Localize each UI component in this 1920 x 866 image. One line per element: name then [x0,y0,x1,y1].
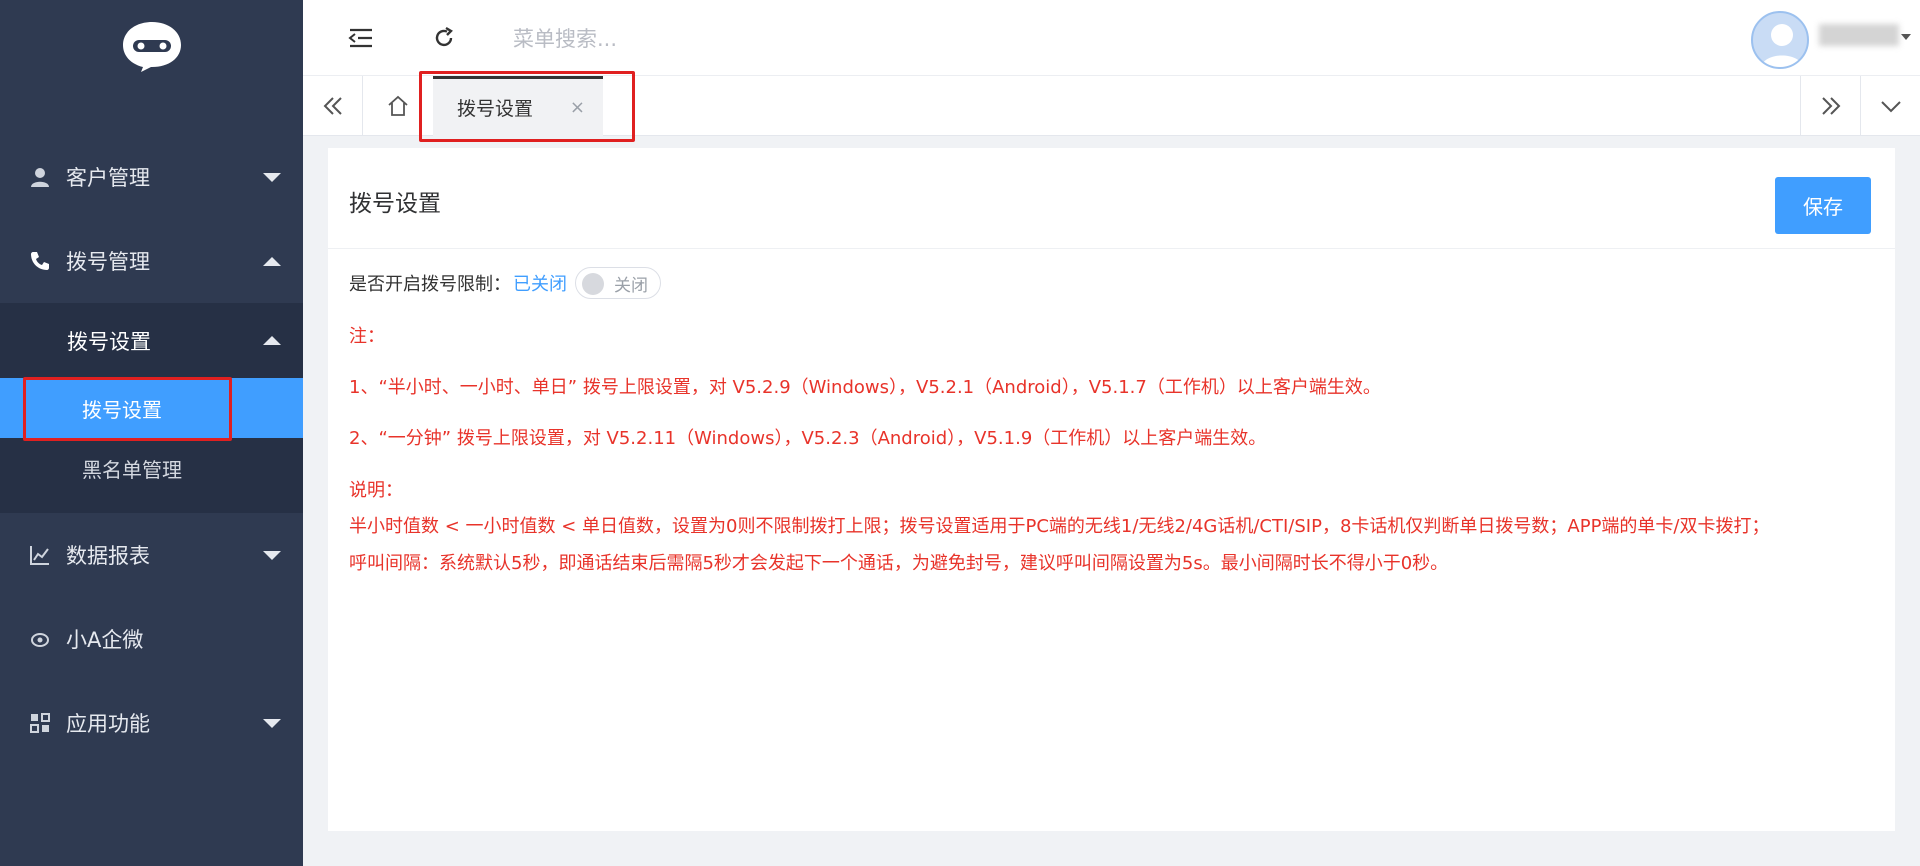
menu-collapse-button[interactable] [343,20,379,56]
user-icon [28,165,52,189]
menu-search-input[interactable] [513,22,813,56]
chevron-down-icon [263,550,281,560]
chevron-down-icon [263,172,281,182]
logo-icon [121,20,183,72]
submenu-header-label: 拨号设置 [67,329,151,354]
sidebar-subitem-dial-settings[interactable]: 拨号设置 [0,378,303,438]
sidebar: 客户管理 拨号管理 拨号设置 拨号设置 黑名单管理 数据报表 小A企微 应用功能 [0,0,303,866]
indent-icon [348,28,372,48]
note-title: 注： [349,326,385,347]
chevron-down-icon[interactable] [1901,34,1911,40]
chevron-down-icon [263,718,281,728]
double-chevron-right-icon [1821,97,1840,115]
sidebar-item-label: 应用功能 [66,712,150,736]
chevron-up-icon [263,336,281,345]
dial-limit-toggle[interactable]: 关闭 [575,267,661,299]
sidebar-item-label: 数据报表 [66,544,150,568]
double-chevron-left-icon [323,97,342,115]
sidebar-item-customers[interactable]: 客户管理 [0,135,303,219]
sidebar-subitem-blacklist[interactable]: 黑名单管理 [0,438,303,498]
refresh-button[interactable] [426,20,462,56]
username-blurred[interactable] [1819,24,1899,46]
sidebar-item-wecom[interactable]: 小A企微 [0,597,303,681]
explain-title: 说明： [349,480,403,501]
sidebar-item-label: 拨号管理 [66,250,150,274]
chart-icon [28,543,52,567]
explain-line-1: 半小时值数 < 一小时值数 < 单日值数，设置为0则不限制拨打上限；拨号设置适用… [349,516,1770,537]
topbar [303,0,1920,76]
card-header: 拨号设置 保存 [328,148,1895,249]
tabs-scroll-right-button[interactable] [1800,76,1860,136]
tab-dial-settings[interactable]: 拨号设置 × [433,76,603,136]
submenu-header-dial-settings[interactable]: 拨号设置 [0,303,303,378]
refresh-icon [435,26,453,47]
tabs-dropdown-button[interactable] [1860,76,1920,136]
close-icon[interactable]: × [570,97,585,118]
tabs-bar: 拨号设置 × [303,76,1920,136]
note-line-2: 2、“一分钟” 拨号上限设置，对 V5.2.11（Windows），V5.2.3… [349,428,1267,449]
home-icon [388,95,408,116]
apps-icon [28,711,52,735]
avatar[interactable] [1751,11,1809,69]
tab-label: 拨号设置 [457,98,534,120]
dial-limit-label: 是否开启拨号限制： [349,274,511,295]
home-tab[interactable] [363,76,433,136]
dial-limit-status: 已关闭 [513,274,567,295]
subitem-label: 拨号设置 [82,397,162,422]
phone-icon [28,249,52,273]
toggle-knob [582,273,604,295]
page-title: 拨号设置 [349,191,441,217]
note-line-1: 1、“半小时、一小时、单日” 拨号上限设置，对 V5.2.9（Windows），… [349,377,1381,398]
sidebar-item-dialing[interactable]: 拨号管理 [0,219,303,303]
chevron-up-icon [263,256,281,266]
settings-card: 拨号设置 保存 是否开启拨号限制： 已关闭 关闭 注： 1、“半小时、一小时、单… [328,148,1895,831]
sidebar-item-label: 客户管理 [66,166,150,190]
sidebar-item-apps[interactable]: 应用功能 [0,681,303,765]
toggle-text: 关闭 [614,275,648,296]
sidebar-item-label: 小A企微 [66,628,144,652]
dialing-submenu: 拨号设置 拨号设置 黑名单管理 [0,303,303,513]
dial-limit-row: 是否开启拨号限制： 已关闭 关闭 [349,266,661,300]
explain-line-2: 呼叫间隔：系统默认5秒，即通话结束后需隔5秒才会发起下一个通话，为避免封号，建议… [349,553,1449,574]
tabs-scroll-left-button[interactable] [303,76,363,136]
eye-icon [28,627,52,651]
sidebar-item-reports[interactable]: 数据报表 [0,513,303,597]
subitem-label: 黑名单管理 [82,457,182,482]
chevron-down-icon [1880,101,1901,113]
save-button[interactable]: 保存 [1775,177,1871,234]
